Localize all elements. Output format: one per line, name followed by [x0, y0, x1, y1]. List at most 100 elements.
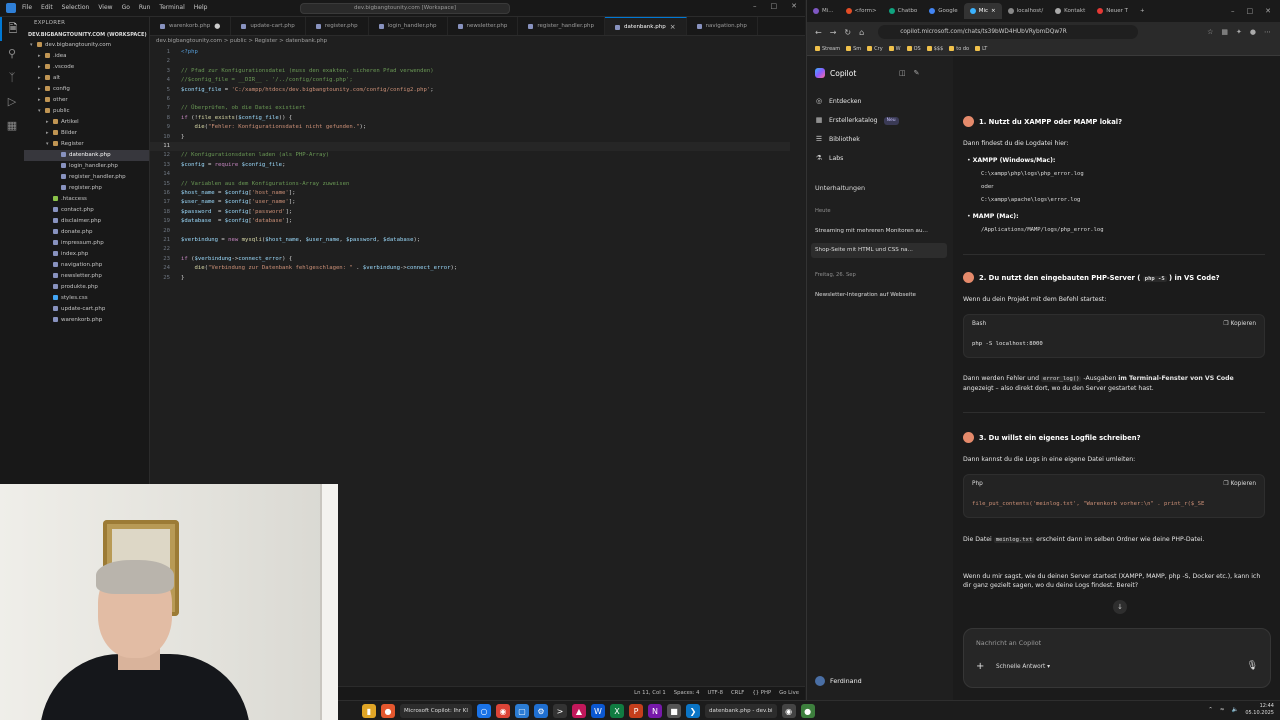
taskbar-app-vscode[interactable]: datenbank.php - dev.bi [705, 704, 777, 718]
code-line[interactable]: 7 // Überprüfen, ob die Datei existiert [150, 104, 790, 113]
tree-folder[interactable]: ▸ alt [24, 73, 149, 84]
tree-folder[interactable]: ▸ Bilder [24, 128, 149, 139]
tree-file[interactable]: donate.php [24, 227, 149, 238]
code-line[interactable]: 24 die("Verbindung zur Datenbank fehlges… [150, 264, 790, 273]
browser-tab[interactable]: localhost/ [1002, 3, 1050, 19]
profile-icon[interactable]: ● [1250, 28, 1256, 36]
code-line[interactable]: 14 [150, 170, 790, 179]
code-line[interactable]: 22 [150, 245, 790, 254]
status-language[interactable]: {} PHP [752, 690, 771, 696]
tree-file[interactable]: navigation.php [24, 260, 149, 271]
excel-icon[interactable]: X [610, 704, 624, 718]
code-line[interactable]: 11 [150, 142, 790, 151]
copy-button[interactable]: ❐ Kopieren [1224, 475, 1264, 493]
file-explorer-icon[interactable]: ▮ [362, 704, 376, 718]
favorite-star-icon[interactable]: ☆ [1207, 28, 1213, 36]
code-line[interactable]: 2 [150, 57, 790, 66]
search-icon[interactable]: ⚲ [0, 41, 24, 65]
back-icon[interactable]: ← [815, 28, 822, 37]
tree-file[interactable]: update-cart.php [24, 304, 149, 315]
favorite-item[interactable]: Stream [815, 46, 840, 52]
forward-icon[interactable]: → [830, 28, 837, 37]
tree-file[interactable]: register.php [24, 183, 149, 194]
tree-file[interactable]: index.php [24, 249, 149, 260]
browser-tab[interactable]: Mi... [807, 3, 840, 19]
browser-tab[interactable]: Mic × [963, 3, 1002, 19]
tree-file[interactable]: contact.php [24, 205, 149, 216]
code-line[interactable]: 5 $config_file = 'C:/xampp/htdocs/dev.big… [150, 86, 790, 95]
tree-folder[interactable]: ▸ config [24, 84, 149, 95]
address-bar[interactable]: copilot.microsoft.com/chats/ts39bWD4HUbV… [878, 25, 1139, 39]
clock[interactable]: 12:44 05.10.2025 [1245, 703, 1274, 717]
extensions-puzzle-icon[interactable]: ✦ [1236, 28, 1242, 36]
workspace-root[interactable]: DEV.BIGBANGTOUNITY.COM (WORKSPACE) [24, 30, 149, 40]
run-debug-icon[interactable]: ▷ [0, 89, 24, 113]
menu-file[interactable]: File [22, 4, 32, 11]
menu-terminal[interactable]: Terminal [159, 4, 184, 11]
explorer-icon[interactable]: 🗎 [0, 17, 24, 41]
code-line[interactable]: 19 $database = $config['database']; [150, 217, 790, 226]
message-input[interactable]: Nachricht an Copilot [976, 639, 1041, 647]
editor-tab[interactable]: register_handler.php [518, 17, 606, 35]
tree-folder[interactable]: ▾ public [24, 106, 149, 117]
menu-help[interactable]: Help [194, 4, 208, 11]
tray-chevron-icon[interactable]: ⌃ [1208, 707, 1213, 713]
status-indentation[interactable]: Spaces: 4 [674, 690, 700, 696]
close-icon[interactable]: ✕ [1265, 7, 1271, 15]
tree-file[interactable]: register_handler.php [24, 172, 149, 183]
code-line[interactable]: 20 [150, 227, 790, 236]
conversation-item[interactable]: Streaming mit mehreren Monitoren au... [811, 224, 947, 239]
copilot-brand[interactable]: Copilot [815, 68, 856, 78]
tree-folder[interactable]: ▸ .vscode [24, 62, 149, 73]
code-line[interactable]: 3 // Pfad zur Konfigurationsdatei (muss d… [150, 67, 790, 76]
tree-folder[interactable]: ▾ dev.bigbangtounity.com [24, 40, 149, 51]
code-line[interactable]: 4 //$config_file = __DIR__ . '/../config/… [150, 76, 790, 85]
tree-folder[interactable]: ▸ .idea [24, 51, 149, 62]
status-go-live[interactable]: Go Live [779, 690, 799, 696]
collections-icon[interactable]: ▦ [1221, 28, 1228, 36]
tab-close-icon[interactable]: × [991, 3, 996, 19]
favorite-item[interactable]: W [888, 46, 901, 52]
user-profile[interactable]: Ferdinand [815, 676, 862, 686]
source-control-icon[interactable]: ᛉ [0, 65, 24, 89]
favorite-item[interactable]: LT [975, 46, 987, 52]
favorite-item[interactable]: Sm [846, 46, 861, 52]
wifi-icon[interactable]: ≈ [1220, 707, 1225, 713]
settings-icon[interactable]: ⚙ [534, 704, 548, 718]
editor-tab[interactable]: newsletter.php [448, 17, 519, 35]
status-eol[interactable]: CRLF [731, 690, 744, 696]
editor-tab[interactable]: login_handler.php [369, 17, 448, 35]
edge-icon[interactable]: ○ [477, 704, 491, 718]
tab-close-icon[interactable]: × [670, 18, 676, 36]
new-tab-icon[interactable]: + [1134, 3, 1151, 19]
favorite-item[interactable]: to do [949, 46, 969, 52]
maximize-icon[interactable]: □ [1247, 7, 1254, 15]
conversation-item[interactable]: Newsletter-Integration auf Webseite [811, 288, 947, 303]
tree-folder[interactable]: ▸ other [24, 95, 149, 106]
tree-file[interactable]: .htaccess [24, 194, 149, 205]
vscode-taskbar-icon[interactable]: ❯ [686, 704, 700, 718]
nav-compass[interactable]: ◎ Entdecken [815, 94, 862, 109]
code-line[interactable]: 15 // Variablen aus dem Konfigurations-Ar… [150, 180, 790, 189]
editor-tab[interactable]: warenkorb.php ● [150, 17, 232, 35]
onenote-icon[interactable]: N [648, 704, 662, 718]
brave-browser-icon[interactable]: ● [381, 704, 395, 718]
nav-grid[interactable]: ▦ Erstellerkatalog Neu [815, 113, 899, 128]
extensions-icon[interactable]: ▦ [0, 113, 24, 137]
more-icon[interactable]: ⋯ [1264, 28, 1271, 36]
minimize-icon[interactable]: – [753, 2, 757, 10]
code-line[interactable]: 17 $user_name = $config['user_name']; [150, 198, 790, 207]
browser-tab[interactable]: Chatbo [883, 3, 924, 19]
tree-file[interactable]: impressum.php [24, 238, 149, 249]
menu-view[interactable]: View [98, 4, 112, 11]
powerpoint-icon[interactable]: P [629, 704, 643, 718]
command-center[interactable]: dev.bigbangtounity.com [Workspace] [300, 3, 510, 14]
add-attachment-icon[interactable]: + [976, 661, 984, 672]
tree-file[interactable]: login_handler.php [24, 161, 149, 172]
code-line[interactable]: 16 $host_name = $config['host_name']; [150, 189, 790, 198]
tree-file[interactable]: datenbank.php [24, 150, 149, 161]
code-line[interactable]: 9 die("Fehler: Konfigurationsdatei nicht… [150, 123, 790, 132]
volume-icon[interactable]: 🔈 [1232, 707, 1239, 713]
tree-file[interactable]: styles.css [24, 293, 149, 304]
favorite-item[interactable]: OS [906, 46, 921, 52]
